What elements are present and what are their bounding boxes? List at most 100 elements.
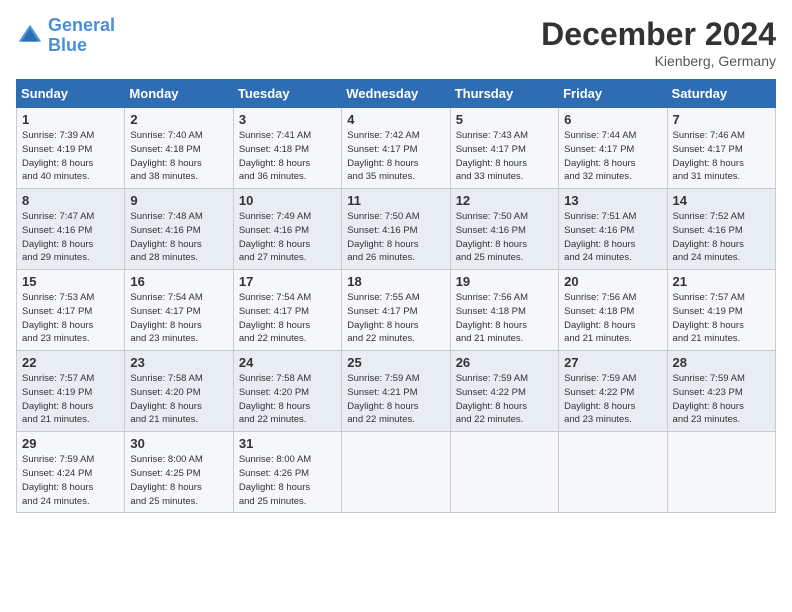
- calendar-cell: 18 Sunrise: 7:55 AM Sunset: 4:17 PM Dayli…: [342, 270, 450, 351]
- day-number: 16: [130, 274, 227, 289]
- logo-line1: General: [48, 15, 115, 35]
- calendar-cell: 6 Sunrise: 7:44 AM Sunset: 4:17 PM Daylig…: [559, 108, 667, 189]
- weekday-header: Wednesday: [342, 80, 450, 108]
- day-number: 25: [347, 355, 444, 370]
- cell-info: Sunrise: 7:59 AM Sunset: 4:24 PM Dayligh…: [22, 453, 119, 508]
- cell-info: Sunrise: 7:48 AM Sunset: 4:16 PM Dayligh…: [130, 210, 227, 265]
- calendar-row: 22 Sunrise: 7:57 AM Sunset: 4:19 PM Dayli…: [17, 351, 776, 432]
- calendar-cell: 25 Sunrise: 7:59 AM Sunset: 4:21 PM Dayli…: [342, 351, 450, 432]
- weekday-header: Tuesday: [233, 80, 341, 108]
- day-number: 21: [673, 274, 770, 289]
- day-number: 8: [22, 193, 119, 208]
- cell-info: Sunrise: 7:57 AM Sunset: 4:19 PM Dayligh…: [22, 372, 119, 427]
- calendar-header: SundayMondayTuesdayWednesdayThursdayFrid…: [17, 80, 776, 108]
- day-number: 22: [22, 355, 119, 370]
- cell-info: Sunrise: 7:40 AM Sunset: 4:18 PM Dayligh…: [130, 129, 227, 184]
- day-number: 5: [456, 112, 553, 127]
- day-number: 7: [673, 112, 770, 127]
- page-header: General Blue December 2024 Kienberg, Ger…: [16, 16, 776, 69]
- day-number: 4: [347, 112, 444, 127]
- day-number: 15: [22, 274, 119, 289]
- day-number: 12: [456, 193, 553, 208]
- calendar-cell: 24Sunrise: 7:58 AM Sunset: 4:20 PM Dayli…: [233, 351, 341, 432]
- location-title: Kienberg, Germany: [541, 53, 776, 69]
- weekday-header: Friday: [559, 80, 667, 108]
- cell-info: Sunrise: 7:59 AM Sunset: 4:21 PM Dayligh…: [347, 372, 444, 427]
- cell-info: Sunrise: 7:58 AM Sunset: 4:20 PM Dayligh…: [239, 372, 336, 427]
- cell-info: Sunrise: 7:58 AM Sunset: 4:20 PM Dayligh…: [130, 372, 227, 427]
- day-number: 26: [456, 355, 553, 370]
- cell-info: Sunrise: 7:50 AM Sunset: 4:16 PM Dayligh…: [456, 210, 553, 265]
- cell-info: Sunrise: 7:42 AM Sunset: 4:17 PM Dayligh…: [347, 129, 444, 184]
- calendar-cell: [559, 432, 667, 513]
- cell-info: Sunrise: 7:51 AM Sunset: 4:16 PM Dayligh…: [564, 210, 661, 265]
- cell-info: Sunrise: 7:57 AM Sunset: 4:19 PM Dayligh…: [673, 291, 770, 346]
- calendar-row: 8 Sunrise: 7:47 AM Sunset: 4:16 PM Daylig…: [17, 189, 776, 270]
- calendar-cell: 26 Sunrise: 7:59 AM Sunset: 4:22 PM Dayli…: [450, 351, 558, 432]
- day-number: 2: [130, 112, 227, 127]
- calendar-cell: 28Sunrise: 7:59 AM Sunset: 4:23 PM Dayli…: [667, 351, 775, 432]
- day-number: 19: [456, 274, 553, 289]
- cell-info: Sunrise: 7:49 AM Sunset: 4:16 PM Dayligh…: [239, 210, 336, 265]
- cell-info: Sunrise: 7:59 AM Sunset: 4:23 PM Dayligh…: [673, 372, 770, 427]
- cell-info: Sunrise: 7:52 AM Sunset: 4:16 PM Dayligh…: [673, 210, 770, 265]
- cell-info: Sunrise: 7:59 AM Sunset: 4:22 PM Dayligh…: [564, 372, 661, 427]
- day-number: 14: [673, 193, 770, 208]
- cell-info: Sunrise: 7:56 AM Sunset: 4:18 PM Dayligh…: [456, 291, 553, 346]
- cell-info: Sunrise: 8:00 AM Sunset: 4:25 PM Dayligh…: [130, 453, 227, 508]
- cell-info: Sunrise: 7:46 AM Sunset: 4:17 PM Dayligh…: [673, 129, 770, 184]
- calendar-cell: 7 Sunrise: 7:46 AM Sunset: 4:17 PM Daylig…: [667, 108, 775, 189]
- day-number: 30: [130, 436, 227, 451]
- day-number: 3: [239, 112, 336, 127]
- calendar-cell: 21 Sunrise: 7:57 AM Sunset: 4:19 PM Dayli…: [667, 270, 775, 351]
- weekday-header: Saturday: [667, 80, 775, 108]
- calendar-row: 15 Sunrise: 7:53 AM Sunset: 4:17 PM Dayli…: [17, 270, 776, 351]
- logo-icon: [16, 22, 44, 50]
- day-number: 10: [239, 193, 336, 208]
- calendar-cell: 14 Sunrise: 7:52 AM Sunset: 4:16 PM Dayli…: [667, 189, 775, 270]
- cell-info: Sunrise: 7:47 AM Sunset: 4:16 PM Dayligh…: [22, 210, 119, 265]
- calendar-cell: 10 Sunrise: 7:49 AM Sunset: 4:16 PM Dayli…: [233, 189, 341, 270]
- calendar-cell: 3 Sunrise: 7:41 AM Sunset: 4:18 PM Daylig…: [233, 108, 341, 189]
- calendar-cell: 4 Sunrise: 7:42 AM Sunset: 4:17 PM Daylig…: [342, 108, 450, 189]
- calendar-cell: 12 Sunrise: 7:50 AM Sunset: 4:16 PM Dayli…: [450, 189, 558, 270]
- calendar-cell: 20Sunrise: 7:56 AM Sunset: 4:18 PM Dayli…: [559, 270, 667, 351]
- cell-info: Sunrise: 7:53 AM Sunset: 4:17 PM Dayligh…: [22, 291, 119, 346]
- calendar-cell: [667, 432, 775, 513]
- cell-info: Sunrise: 7:44 AM Sunset: 4:17 PM Dayligh…: [564, 129, 661, 184]
- title-area: December 2024 Kienberg, Germany: [541, 16, 776, 69]
- cell-info: Sunrise: 7:41 AM Sunset: 4:18 PM Dayligh…: [239, 129, 336, 184]
- calendar-row: 29Sunrise: 7:59 AM Sunset: 4:24 PM Dayli…: [17, 432, 776, 513]
- calendar-cell: [342, 432, 450, 513]
- calendar-table: SundayMondayTuesdayWednesdayThursdayFrid…: [16, 79, 776, 513]
- month-title: December 2024: [541, 16, 776, 53]
- calendar-cell: 11Sunrise: 7:50 AM Sunset: 4:16 PM Dayli…: [342, 189, 450, 270]
- calendar-cell: 23 Sunrise: 7:58 AM Sunset: 4:20 PM Dayli…: [125, 351, 233, 432]
- weekday-header: Thursday: [450, 80, 558, 108]
- logo: General Blue: [16, 16, 115, 56]
- day-number: 27: [564, 355, 661, 370]
- day-number: 1: [22, 112, 119, 127]
- logo-line2: Blue: [48, 35, 87, 55]
- calendar-cell: 17Sunrise: 7:54 AM Sunset: 4:17 PM Dayli…: [233, 270, 341, 351]
- cell-info: Sunrise: 7:59 AM Sunset: 4:22 PM Dayligh…: [456, 372, 553, 427]
- calendar-cell: 16 Sunrise: 7:54 AM Sunset: 4:17 PM Dayli…: [125, 270, 233, 351]
- calendar-cell: 29Sunrise: 7:59 AM Sunset: 4:24 PM Dayli…: [17, 432, 125, 513]
- day-number: 9: [130, 193, 227, 208]
- day-number: 31: [239, 436, 336, 451]
- weekday-header: Sunday: [17, 80, 125, 108]
- day-number: 18: [347, 274, 444, 289]
- cell-info: Sunrise: 7:54 AM Sunset: 4:17 PM Dayligh…: [130, 291, 227, 346]
- cell-info: Sunrise: 7:55 AM Sunset: 4:17 PM Dayligh…: [347, 291, 444, 346]
- calendar-cell: [450, 432, 558, 513]
- calendar-cell: 9 Sunrise: 7:48 AM Sunset: 4:16 PM Daylig…: [125, 189, 233, 270]
- calendar-cell: 27 Sunrise: 7:59 AM Sunset: 4:22 PM Dayli…: [559, 351, 667, 432]
- calendar-cell: 13Sunrise: 7:51 AM Sunset: 4:16 PM Dayli…: [559, 189, 667, 270]
- weekday-header: Monday: [125, 80, 233, 108]
- calendar-cell: 19 Sunrise: 7:56 AM Sunset: 4:18 PM Dayli…: [450, 270, 558, 351]
- day-number: 23: [130, 355, 227, 370]
- cell-info: Sunrise: 7:43 AM Sunset: 4:17 PM Dayligh…: [456, 129, 553, 184]
- calendar-cell: 8 Sunrise: 7:47 AM Sunset: 4:16 PM Daylig…: [17, 189, 125, 270]
- day-number: 6: [564, 112, 661, 127]
- cell-info: Sunrise: 7:56 AM Sunset: 4:18 PM Dayligh…: [564, 291, 661, 346]
